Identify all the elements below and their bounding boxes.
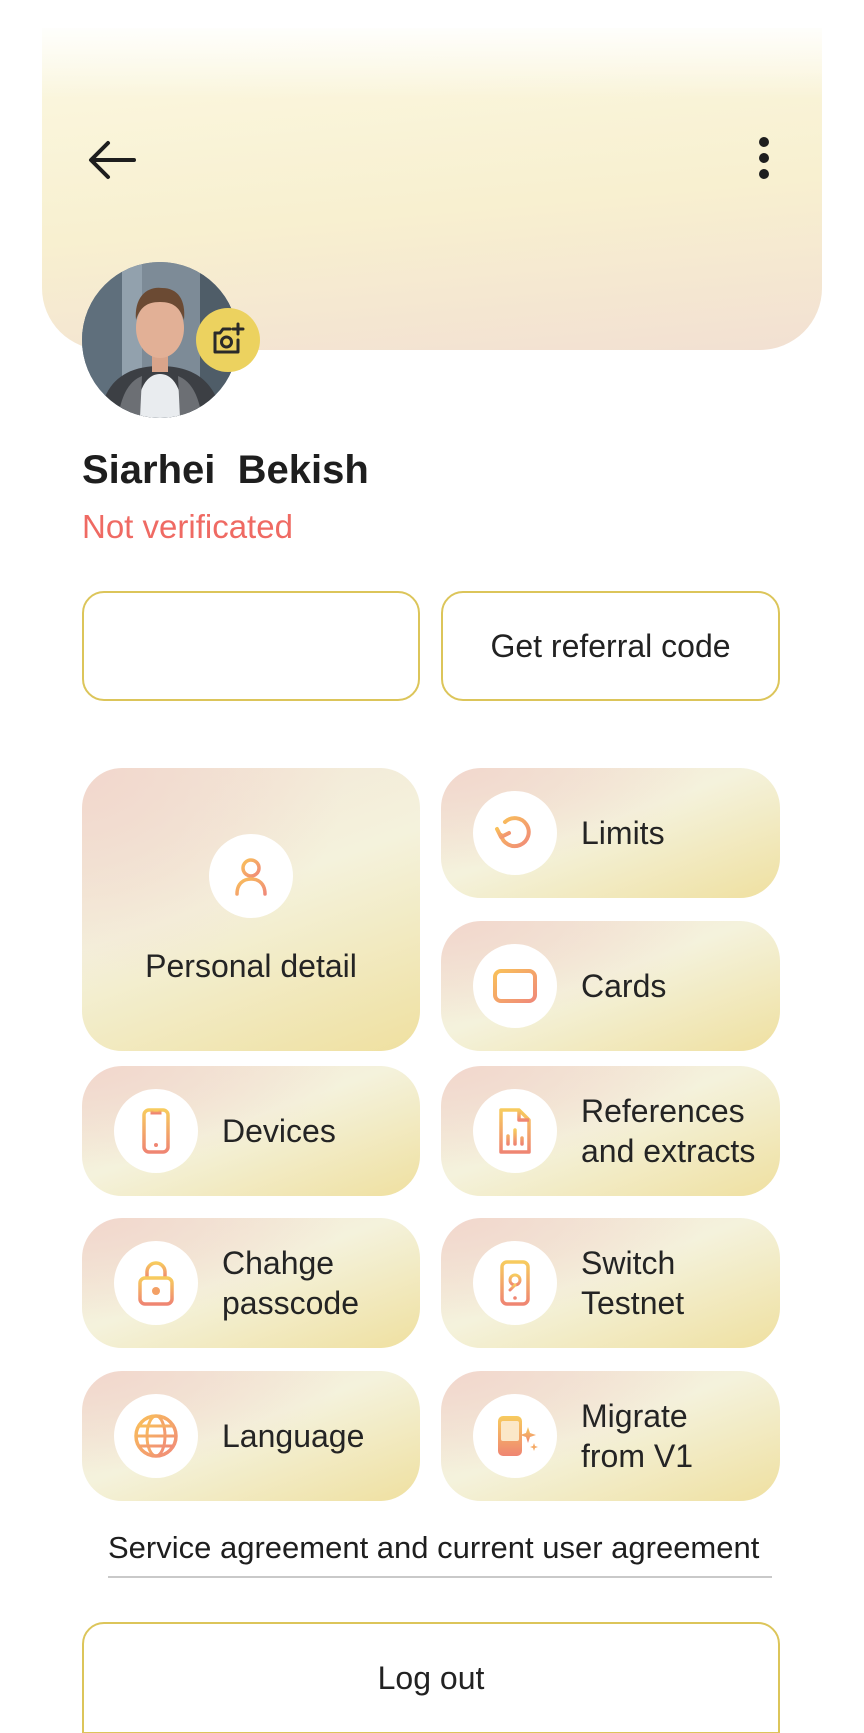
more-options-button[interactable] (746, 130, 782, 186)
lock-icon (138, 1261, 174, 1306)
arrow-left-icon (89, 141, 136, 179)
user-icon (235, 857, 267, 896)
tile-limits[interactable]: Limits (441, 768, 780, 898)
migrate-label-line1: Migrate (581, 1398, 688, 1434)
passcode-label-line1: Chahge (222, 1245, 335, 1281)
tile-language[interactable]: Language (82, 1371, 420, 1501)
testnet-label: Switch Testnet (581, 1243, 684, 1323)
language-icon-circle (114, 1394, 198, 1478)
refresh-icon (495, 816, 531, 849)
agreement-link[interactable]: Service agreement and current user agree… (108, 1530, 772, 1578)
devices-label: Devices (222, 1113, 336, 1149)
passcode-label-line2: passcode (222, 1285, 359, 1321)
passcode-icon-circle (114, 1241, 198, 1325)
testnet-icon-circle (473, 1241, 557, 1325)
cards-label: Cards (581, 968, 667, 1004)
camera-plus-icon (213, 322, 245, 354)
phone-switch-icon (500, 1260, 530, 1306)
logout-button[interactable]: Log out (82, 1622, 780, 1733)
tile-switch-testnet[interactable]: Switch Testnet (441, 1218, 780, 1348)
personal-detail-icon-circle (209, 833, 293, 918)
language-label: Language (222, 1418, 365, 1454)
user-name: Siarhei Bekish (82, 448, 369, 492)
get-referral-code-button[interactable]: Get referral code (441, 591, 780, 701)
document-chart-icon (499, 1108, 531, 1154)
back-button[interactable] (84, 136, 140, 184)
limits-icon-circle (473, 791, 557, 875)
credit-card-icon (493, 969, 537, 1003)
tile-cards[interactable]: Cards (441, 921, 780, 1051)
references-label-line2: and extracts (581, 1133, 756, 1169)
sparkle-phone-icon (498, 1416, 538, 1456)
migrate-label-line2: from V1 (581, 1438, 694, 1474)
logout-label: Log out (377, 1659, 485, 1696)
personal-detail-label: Personal detail (145, 947, 357, 984)
tile-change-passcode[interactable]: Chahge passcode (82, 1218, 420, 1348)
tile-references-and-extracts[interactable]: References and extracts (441, 1066, 780, 1196)
migrate-icon-circle (473, 1394, 557, 1478)
devices-icon-circle (114, 1089, 198, 1173)
references-label-line1: References (581, 1093, 745, 1129)
smartphone-icon (142, 1108, 170, 1154)
tile-personal-detail[interactable]: Personal detail (82, 768, 420, 1051)
migrate-label: Migrate from V1 (581, 1396, 693, 1476)
limits-label: Limits (581, 815, 665, 851)
more-vertical-icon (759, 137, 769, 179)
testnet-label-line2: Testnet (581, 1285, 685, 1321)
references-label: References and extracts (581, 1091, 755, 1171)
passcode-label: Chahge passcode (222, 1243, 359, 1323)
verification-status: Not verificated (82, 508, 293, 545)
get-referral-code-label: Get referral code (490, 627, 731, 664)
tile-devices[interactable]: Devices (82, 1066, 420, 1196)
change-photo-button[interactable] (196, 308, 260, 372)
testnet-label-line1: Switch (581, 1245, 676, 1281)
references-icon-circle (473, 1089, 557, 1173)
cards-icon-circle (473, 944, 557, 1028)
tile-migrate-from-v1[interactable]: Migrate from V1 (441, 1371, 780, 1501)
globe-icon (134, 1414, 178, 1458)
blank-action-button[interactable] (82, 591, 420, 701)
